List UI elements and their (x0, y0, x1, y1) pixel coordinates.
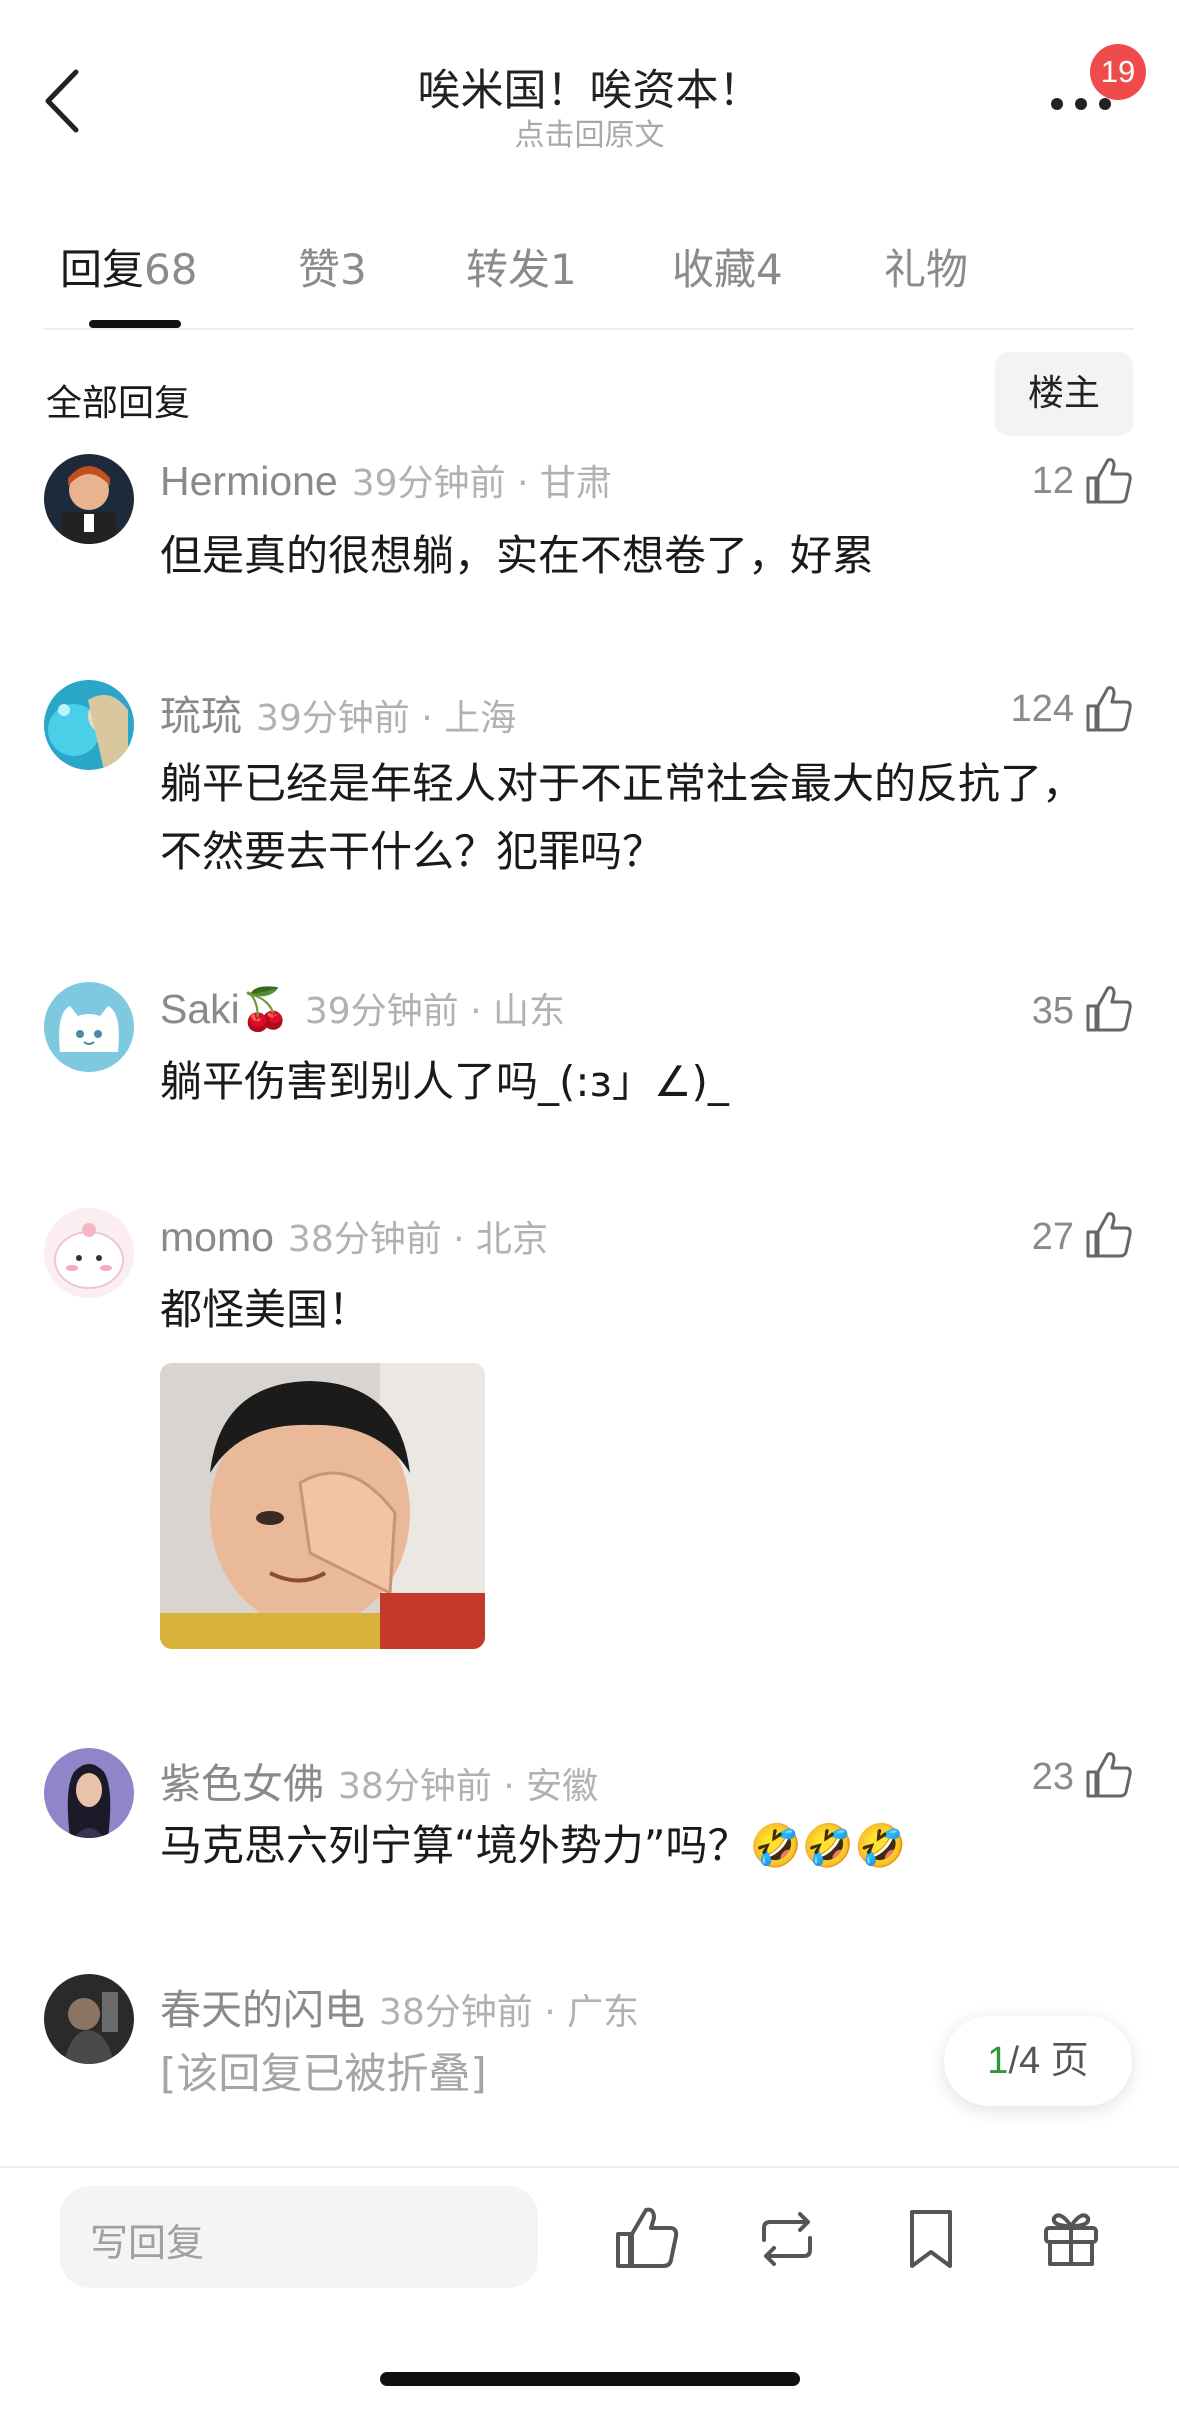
tab-count: 3 (340, 245, 367, 294)
like-count: 23 (1031, 1756, 1074, 1798)
total-pages: /4 页 (1008, 2040, 1089, 2082)
comment-header: momo 38分钟前 · 北京 (160, 1210, 548, 1262)
post-title[interactable]: 唉米国！唉资本！ (0, 56, 1179, 118)
avatar[interactable] (44, 982, 134, 1072)
avatar[interactable] (44, 1208, 134, 1298)
comment-meta: 39分钟前 · 上海 (256, 698, 517, 739)
avatar[interactable] (44, 1974, 134, 2064)
comment-text: 躺平伤害到别人了吗_(:з」∠)_ (160, 1057, 729, 1106)
tab-replies[interactable]: 回复68 (60, 236, 197, 297)
current-page: 1 (987, 2040, 1009, 2082)
comment-meta: 38分钟前 · 北京 (287, 1219, 549, 1260)
tab-label: 回复 (60, 245, 145, 294)
avatar[interactable] (44, 680, 134, 770)
tab-count: 68 (144, 245, 198, 294)
thumbs-up-icon[interactable] (1084, 1210, 1134, 1260)
op-filter-button[interactable]: 楼主 (995, 352, 1133, 436)
bookmark-icon[interactable] (896, 2204, 966, 2274)
comment-meta: 38分钟前 · 广东 (379, 1992, 640, 2033)
comment-header: 春天的闪电 38分钟前 · 广东 (160, 1976, 639, 2036)
thumbs-up-icon[interactable] (1084, 456, 1134, 506)
page-indicator[interactable]: 1/4 页 (944, 2016, 1132, 2106)
username[interactable]: 春天的闪电 (160, 1987, 365, 2033)
comment-text: 都怪美国！ (160, 1285, 371, 1334)
tab-reposts[interactable]: 转发1 (466, 236, 577, 297)
like-count: 27 (1031, 1216, 1074, 1258)
back-to-original-link[interactable]: 点击回原文 (0, 110, 1179, 154)
tab-label: 转发 (466, 245, 551, 294)
avatar[interactable] (44, 1748, 134, 1838)
username[interactable]: 琉琉 (160, 693, 242, 739)
tab-count: 4 (756, 245, 783, 294)
tab-likes[interactable]: 赞3 (298, 236, 367, 297)
comment-meta: 38分钟前 · 安徽 (338, 1766, 599, 1807)
comment-header: Saki🍒 39分钟前 · 山东 (160, 982, 565, 1034)
tab-gifts[interactable]: 礼物 (884, 236, 968, 297)
tab-favorites[interactable]: 收藏4 (672, 236, 783, 297)
comment-text: 但是真的很想躺，实在不想卷了，好累 (160, 531, 875, 580)
tab-count: 1 (550, 245, 577, 294)
tab-label: 礼物 (884, 245, 969, 294)
reply-input[interactable]: 写回复 (60, 2186, 538, 2288)
all-replies-label[interactable]: 全部回复 (46, 374, 190, 426)
thumbs-up-icon[interactable] (1084, 984, 1134, 1034)
active-tab-indicator (89, 320, 181, 328)
comment-text: 马克思六列宁算“境外势力”吗？🤣🤣🤣 (160, 1821, 907, 1870)
username[interactable]: Hermione (160, 458, 338, 504)
notification-badge: 19 (1090, 44, 1146, 100)
comment-meta: 39分钟前 · 甘肃 (351, 463, 612, 504)
tab-divider (44, 328, 1134, 330)
thumbs-up-icon[interactable] (1084, 684, 1134, 734)
avatar[interactable] (44, 454, 134, 544)
bottom-divider (0, 2166, 1179, 2168)
like-count: 35 (1031, 990, 1074, 1032)
like-count: 124 (1010, 688, 1074, 730)
like-count: 12 (1031, 460, 1074, 502)
tab-label: 收藏 (672, 245, 757, 294)
username[interactable]: 紫色女佛 (160, 1761, 324, 1807)
repost-icon[interactable] (752, 2204, 822, 2274)
comment-meta: 39分钟前 · 山东 (304, 991, 565, 1032)
comment-header: 紫色女佛 38分钟前 · 安徽 (160, 1750, 598, 1810)
username[interactable]: Saki🍒 (160, 986, 291, 1032)
gift-icon[interactable] (1036, 2204, 1106, 2274)
tab-label: 赞 (298, 245, 341, 294)
comment-header: 琉琉 39分钟前 · 上海 (160, 682, 516, 742)
reply-placeholder: 写回复 (90, 2221, 205, 2265)
comment-text: 躺平已经是年轻人对于不正常社会最大的反抗了，不然要去干什么？犯罪吗？ (160, 759, 1085, 876)
thumbs-up-icon[interactable] (1084, 1750, 1134, 1800)
home-indicator[interactable] (380, 2372, 800, 2386)
thumbs-up-icon[interactable] (612, 2204, 682, 2274)
meme-image[interactable] (160, 1363, 485, 1649)
username[interactable]: momo (160, 1214, 274, 1260)
comment-header: Hermione 39分钟前 · 甘肃 (160, 454, 612, 506)
